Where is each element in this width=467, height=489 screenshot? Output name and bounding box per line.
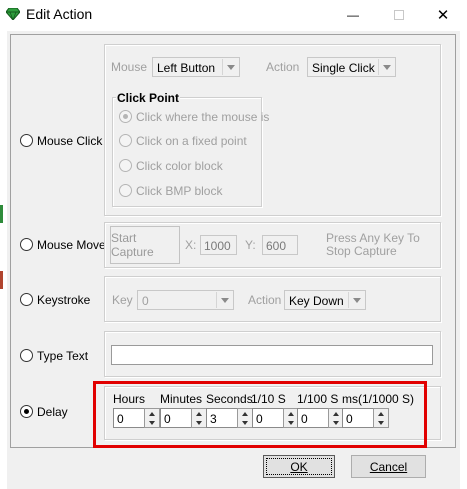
click-option-label[interactable]: Click where the mouse is (136, 110, 269, 124)
minimize-button[interactable]: — (330, 0, 376, 30)
window-edge-accent (0, 205, 3, 223)
click-point-title: Click Point (116, 91, 181, 105)
diamond-icon (6, 8, 20, 20)
maximize-icon (394, 10, 404, 20)
type-text-label[interactable]: Type Text (37, 349, 88, 363)
chevron-down-icon (222, 59, 238, 75)
click-option-label[interactable]: Click BMP block (136, 184, 222, 198)
chevron-down-icon (378, 59, 394, 75)
key-value: 0 (142, 294, 149, 308)
y-label: Y: (245, 238, 256, 252)
click-action-value: Single Click (312, 61, 375, 75)
title-bar: Edit Action — ✕ (0, 0, 467, 30)
key-action-label: Action (248, 293, 282, 307)
key-action-value: Key Down (289, 294, 344, 308)
x-label: X: (185, 238, 197, 252)
key-select[interactable]: 0 (137, 290, 234, 310)
window-title: Edit Action (26, 6, 93, 22)
capture-hint-line1: Press Any Key To (326, 231, 420, 245)
type-text-radio[interactable] (20, 349, 33, 362)
minimize-icon: — (347, 8, 359, 22)
mouse-click-label[interactable]: Mouse Click (37, 134, 102, 148)
mouse-label: Mouse (111, 60, 148, 74)
click-option-radio[interactable] (119, 110, 132, 123)
capture-hint-line2: Stop Capture (326, 244, 397, 258)
click-option-radio[interactable] (119, 159, 132, 172)
keystroke-label[interactable]: Keystroke (37, 293, 90, 307)
keystroke-radio[interactable] (20, 293, 33, 306)
type-text-input[interactable] (111, 345, 433, 365)
click-action-label: Action (266, 60, 300, 74)
key-label: Key (112, 293, 133, 307)
click-option-label[interactable]: Click on a fixed point (136, 134, 247, 148)
delay-label[interactable]: Delay (37, 405, 68, 419)
key-action-select[interactable]: Key Down (284, 290, 366, 310)
cancel-button[interactable]: Cancel (351, 455, 426, 478)
close-icon: ✕ (436, 7, 450, 24)
start-capture-button[interactable]: Start Capture (110, 226, 180, 264)
chevron-down-icon (348, 292, 364, 308)
focus-rect (266, 458, 332, 475)
x-coordinate-value: 1000 (204, 239, 231, 253)
chevron-down-icon (216, 292, 232, 308)
maximize-button (376, 0, 422, 30)
mouse-move-radio[interactable] (20, 238, 33, 251)
mouse-button-select[interactable]: Left Button (152, 57, 240, 77)
x-coordinate-field[interactable]: 1000 (200, 235, 237, 255)
close-button[interactable]: ✕ (420, 0, 466, 30)
delay-radio[interactable] (20, 405, 33, 418)
y-coordinate-value: 600 (266, 239, 287, 253)
delay-highlight-box (93, 381, 427, 448)
mouse-move-label[interactable]: Mouse Move (37, 238, 106, 252)
click-action-select[interactable]: Single Click (307, 57, 396, 77)
click-option-radio[interactable] (119, 134, 132, 147)
cancel-label: Cancel (369, 459, 408, 474)
window-edge-accent (0, 271, 3, 289)
click-option-label[interactable]: Click color block (136, 159, 223, 173)
mouse-click-radio[interactable] (20, 134, 33, 147)
click-option-radio[interactable] (119, 184, 132, 197)
y-coordinate-field[interactable]: 600 (262, 235, 298, 255)
ok-button[interactable]: OK (263, 455, 335, 478)
mouse-button-value: Left Button (157, 61, 216, 75)
